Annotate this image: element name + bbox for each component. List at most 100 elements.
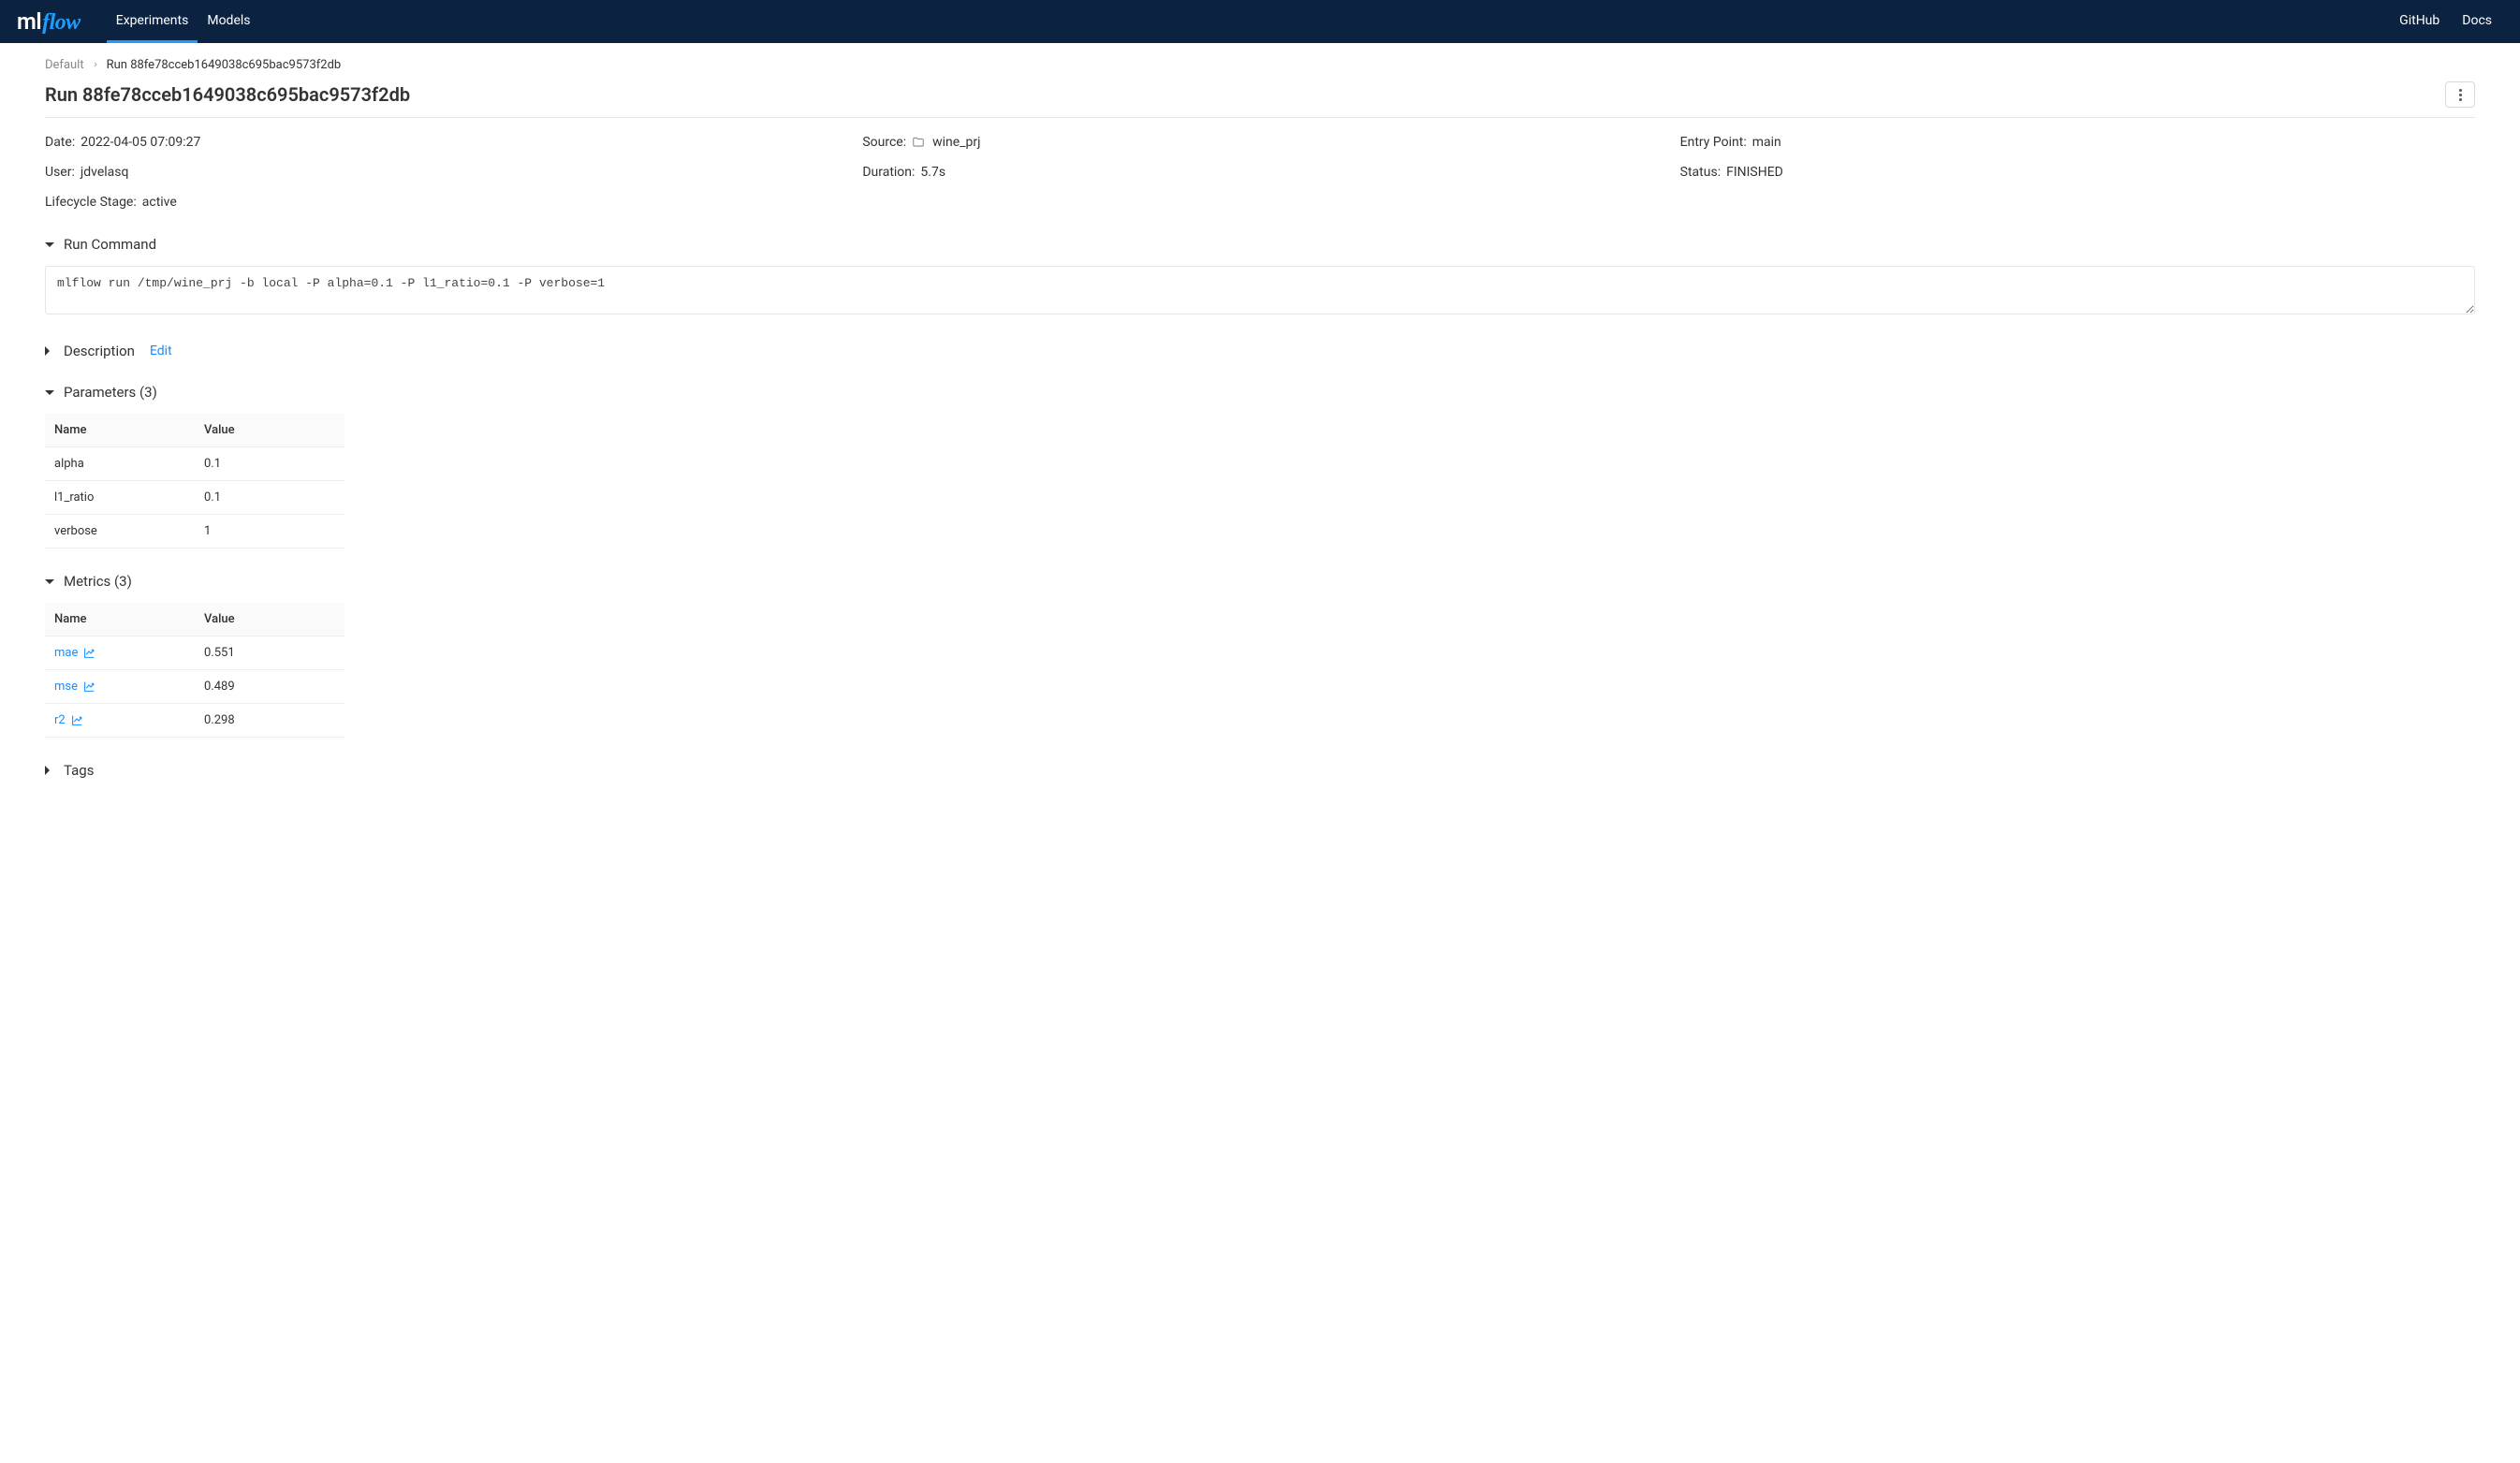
more-actions-button[interactable] (2445, 81, 2475, 108)
meta-date-value: 2022-04-05 07:09:27 (81, 135, 200, 150)
section-parameters-header[interactable]: Parameters (3) (45, 384, 2475, 401)
topbar: ml flow Experiments Models GitHub Docs (0, 0, 2520, 43)
chevron-right-icon (92, 58, 99, 72)
run-command-box[interactable] (45, 266, 2475, 315)
meta-grid: Date 2022-04-05 07:09:27 Source wine_prj… (45, 135, 2475, 210)
nav-github[interactable]: GitHub (2388, 0, 2451, 43)
page-body: Default Run 88fe78cceb1649038c695bac9573… (0, 43, 2520, 841)
meta-date: Date 2022-04-05 07:09:27 (45, 135, 840, 150)
metric-name-cell: mae (45, 636, 195, 670)
meta-lifecycle: Lifecycle Stage active (45, 195, 840, 210)
meta-date-label: Date (45, 135, 75, 150)
nav-experiments-label: Experiments (116, 13, 189, 28)
meta-user-label: User (45, 165, 75, 180)
meta-duration-value: 5.7s (920, 165, 945, 180)
section-parameters: Parameters (3) Name Value alpha0.1l1_rat… (45, 384, 2475, 549)
metric-name: mse (54, 680, 78, 694)
nav-docs[interactable]: Docs (2451, 0, 2503, 43)
caret-right-icon (45, 346, 54, 356)
table-row: mse 0.489 (45, 670, 344, 704)
title-actions (2445, 81, 2475, 108)
description-edit-link[interactable]: Edit (150, 344, 172, 358)
metric-value: 0.489 (195, 670, 344, 704)
meta-source: Source wine_prj (862, 135, 1657, 150)
caret-right-icon (45, 766, 54, 775)
breadcrumb: Default Run 88fe78cceb1649038c695bac9573… (45, 58, 2475, 72)
nav-docs-label: Docs (2462, 13, 2492, 28)
section-description-header[interactable]: Description Edit (45, 343, 2475, 359)
metric-name: mae (54, 646, 78, 660)
nav-experiments[interactable]: Experiments (107, 0, 198, 43)
metric-value: 0.298 (195, 704, 344, 738)
meta-source-label: Source (862, 135, 906, 150)
meta-status-label: Status (1680, 165, 1721, 180)
meta-source-value: wine_prj (932, 135, 980, 150)
meta-duration-label: Duration (862, 165, 915, 180)
section-description: Description Edit (45, 343, 2475, 359)
nav-right: GitHub Docs (2388, 0, 2503, 43)
meta-status-value: FINISHED (1726, 165, 1783, 180)
section-run-command: Run Command (45, 236, 2475, 318)
page-title: Run 88fe78cceb1649038c695bac9573f2db (45, 83, 410, 106)
section-tags: Tags (45, 762, 2475, 779)
meta-user: User jdvelasq (45, 165, 840, 180)
logo[interactable]: ml flow (17, 8, 81, 36)
section-metrics: Metrics (3) Name Value mae0.551mse0.489r… (45, 573, 2475, 738)
metric-name-cell: mse (45, 670, 195, 704)
metric-link[interactable]: mae (54, 646, 95, 660)
section-metrics-title: Metrics (3) (64, 573, 132, 590)
title-bar: Run 88fe78cceb1649038c695bac9573f2db (45, 81, 2475, 118)
section-run-command-header[interactable]: Run Command (45, 236, 2475, 253)
meta-lifecycle-label: Lifecycle Stage (45, 195, 137, 210)
meta-status: Status FINISHED (1680, 165, 2475, 180)
meta-user-value: jdvelasq (81, 165, 129, 180)
caret-down-icon (45, 579, 54, 584)
table-row: alpha0.1 (45, 447, 344, 481)
folder-icon (912, 136, 925, 149)
table-row: l1_ratio0.1 (45, 481, 344, 515)
logo-text-ml: ml (17, 8, 41, 35)
param-value: 0.1 (195, 447, 344, 481)
section-description-title: Description (64, 343, 135, 359)
section-parameters-title: Parameters (3) (64, 384, 157, 401)
meta-lifecycle-value: active (142, 195, 177, 210)
caret-down-icon (45, 242, 54, 247)
meta-entry-value: main (1752, 135, 1781, 150)
param-value: 1 (195, 515, 344, 549)
col-value: Value (195, 414, 344, 447)
param-name: l1_ratio (45, 481, 195, 515)
chart-icon (71, 714, 83, 726)
breadcrumb-current: Run 88fe78cceb1649038c695bac9573f2db (107, 58, 342, 72)
logo-text-flow: flow (42, 10, 81, 36)
nav-models-label: Models (207, 13, 250, 28)
meta-duration: Duration 5.7s (862, 165, 1657, 180)
section-tags-header[interactable]: Tags (45, 762, 2475, 779)
metrics-table: Name Value mae 0.551 mse 0.489 r2 0.298 (45, 603, 344, 738)
nav-left: Experiments Models (107, 0, 260, 43)
table-row: verbose1 (45, 515, 344, 549)
metric-link[interactable]: mse (54, 680, 95, 694)
chart-icon (83, 680, 95, 693)
table-row: mae 0.551 (45, 636, 344, 670)
nav-models[interactable]: Models (198, 0, 259, 43)
kebab-icon (2459, 89, 2462, 101)
metric-value: 0.551 (195, 636, 344, 670)
meta-entry: Entry Point main (1680, 135, 2475, 150)
caret-down-icon (45, 390, 54, 395)
meta-entry-label: Entry Point (1680, 135, 1747, 150)
param-value: 0.1 (195, 481, 344, 515)
param-name: verbose (45, 515, 195, 549)
col-value: Value (195, 603, 344, 636)
metric-name: r2 (54, 713, 66, 727)
col-name: Name (45, 414, 195, 447)
section-metrics-header[interactable]: Metrics (3) (45, 573, 2475, 590)
nav-github-label: GitHub (2399, 13, 2439, 28)
breadcrumb-root[interactable]: Default (45, 58, 84, 72)
col-name: Name (45, 603, 195, 636)
table-row: r2 0.298 (45, 704, 344, 738)
parameters-table: Name Value alpha0.1l1_ratio0.1verbose1 (45, 414, 344, 549)
section-run-command-title: Run Command (64, 236, 156, 253)
metric-name-cell: r2 (45, 704, 195, 738)
metric-link[interactable]: r2 (54, 713, 83, 727)
section-tags-title: Tags (64, 762, 94, 779)
